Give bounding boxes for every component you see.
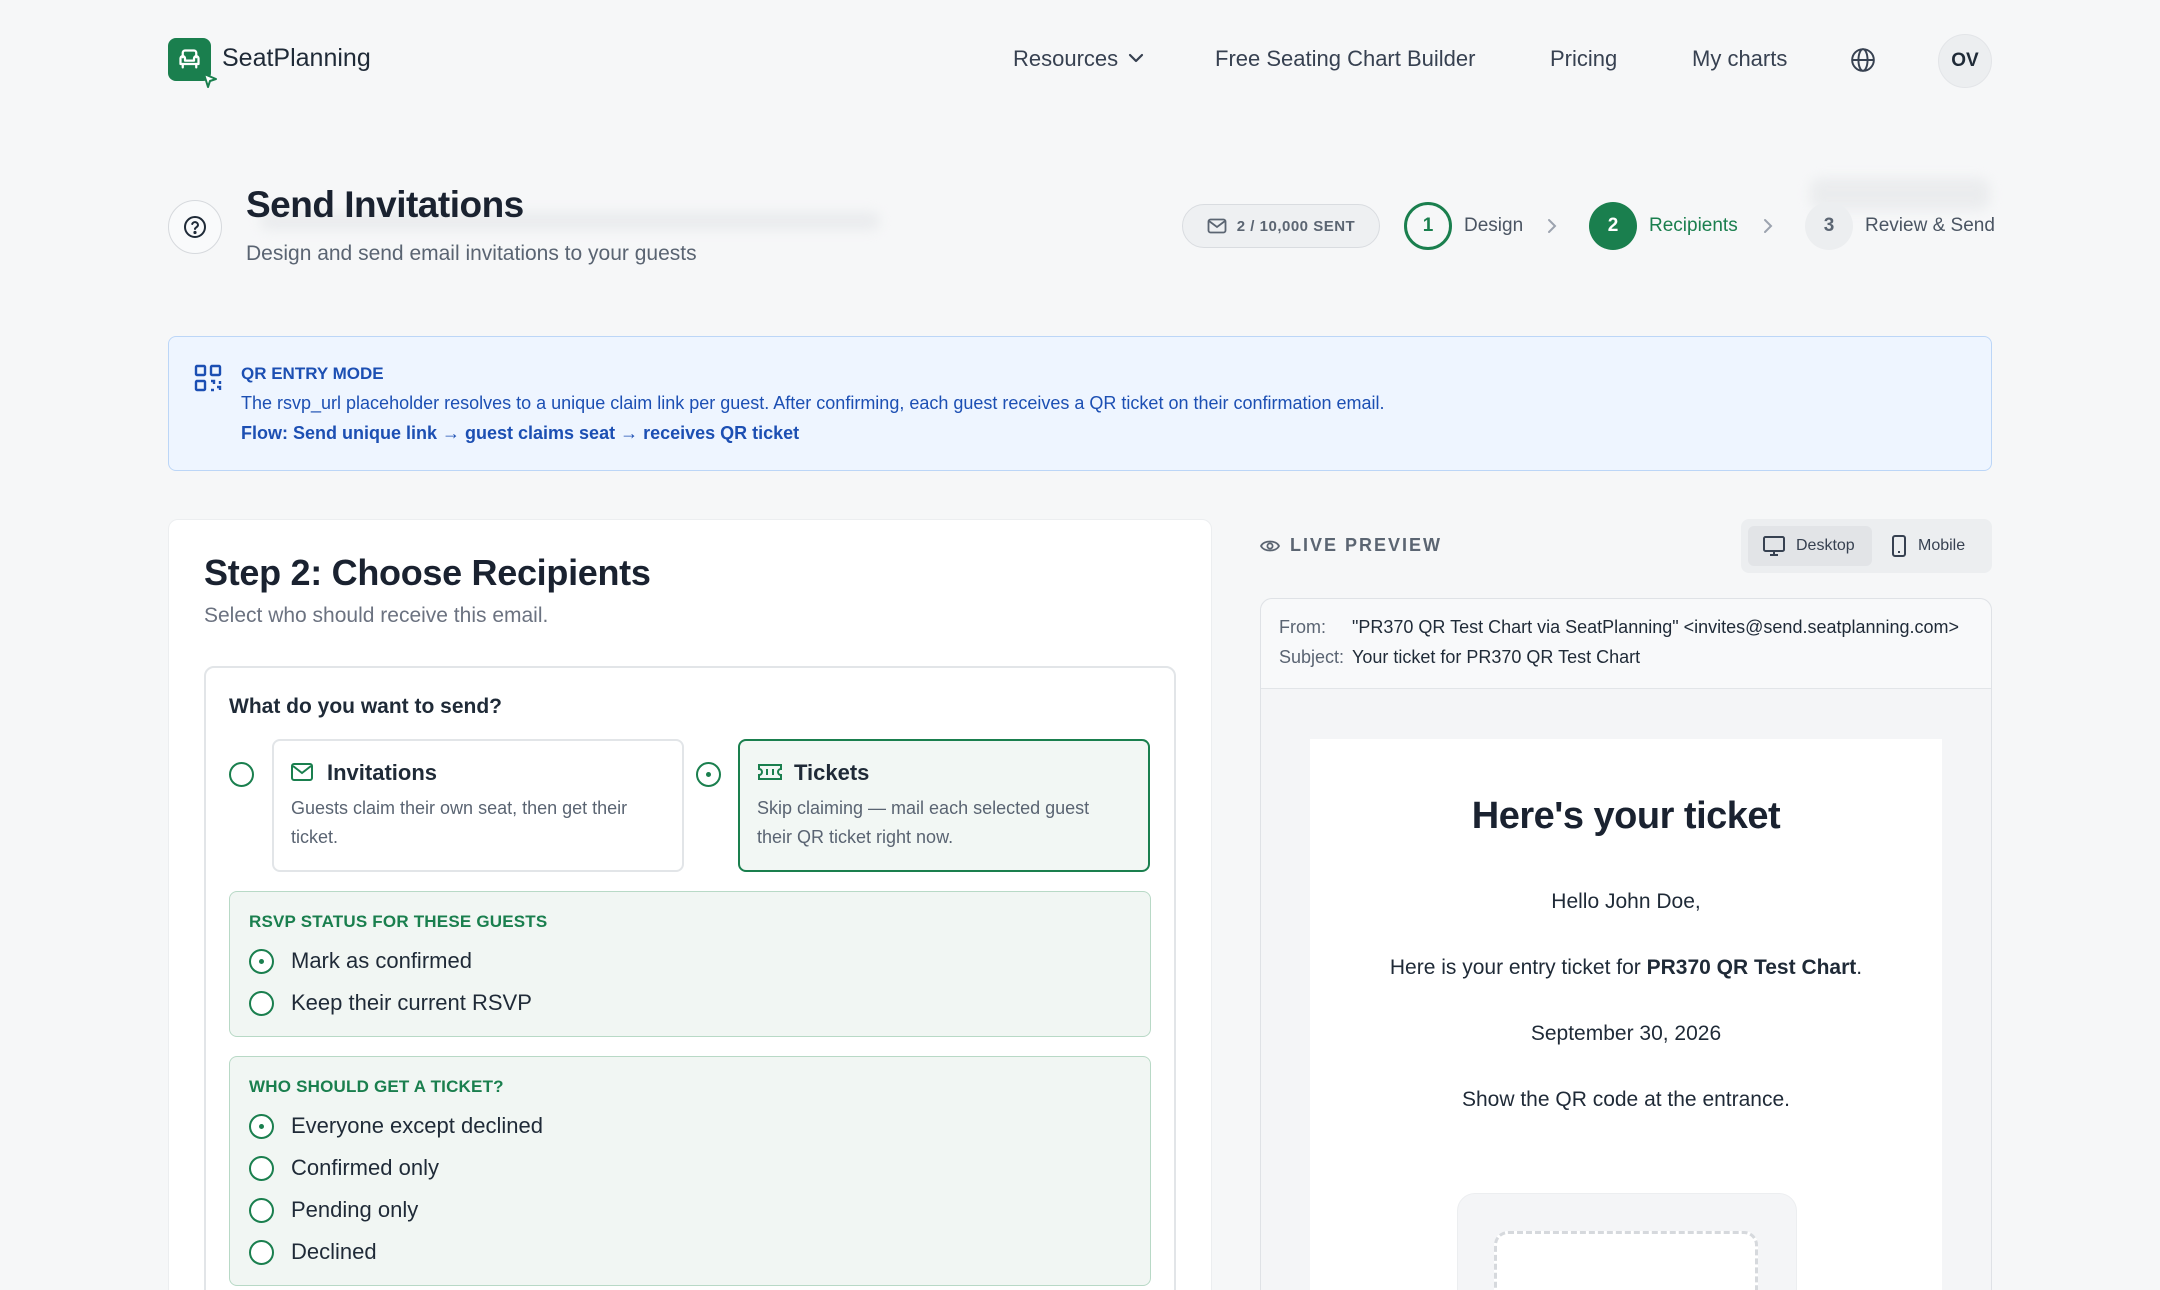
qr-banner-description: The rsvp_url placeholder resolves to a u… xyxy=(241,393,1385,413)
email-intro: Here is your entry ticket for PR370 QR T… xyxy=(1310,956,1942,980)
seat-icon xyxy=(179,49,200,69)
mail-icon xyxy=(1207,218,1227,234)
tickets-option-desc-2: their QR ticket right now. xyxy=(757,827,954,847)
rsvp-confirmed-radio[interactable] xyxy=(249,949,274,974)
brand-name[interactable]: SeatPlanning xyxy=(222,44,371,73)
email-intro-suffix: . xyxy=(1856,956,1863,979)
recipients-heading: Step 2: Choose Recipients xyxy=(204,552,651,593)
monitor-icon xyxy=(1763,536,1785,556)
globe-icon[interactable] xyxy=(1850,47,1876,73)
email-intro-prefix: Here is your entry ticket for xyxy=(1389,956,1647,979)
eye-icon xyxy=(1260,540,1280,552)
chevron-right-icon xyxy=(1764,219,1773,233)
page-title: Send Invitations xyxy=(246,184,524,225)
step-1-indicator[interactable]: 1 xyxy=(1404,202,1452,250)
page-subtitle: Design and send email invitations to you… xyxy=(246,242,697,265)
mobile-label: Mobile xyxy=(1918,537,1966,554)
sent-counter-text: 2 / 10,000 SENT xyxy=(1236,217,1356,235)
chevron-right-icon xyxy=(1548,219,1557,233)
email-preview-header xyxy=(1261,599,1991,689)
subject-value: Your ticket for PR370 QR Test Chart xyxy=(1352,647,1641,667)
sent-counter-badge: 2 / 10,000 SENT xyxy=(1182,204,1380,248)
live-preview-label: LIVE PREVIEW xyxy=(1290,535,1443,555)
email-heading: Here's your ticket xyxy=(1471,795,1781,837)
step-1-label[interactable]: Design xyxy=(1464,215,1523,237)
step-3-label[interactable]: Review & Send xyxy=(1865,215,1995,237)
desktop-view-button[interactable]: Desktop xyxy=(1748,526,1872,566)
invitations-option-desc: Guests claim their own seat, then get th… xyxy=(291,798,628,818)
ticket-pending-radio[interactable] xyxy=(249,1198,274,1223)
question-icon xyxy=(184,216,206,238)
rsvp-confirmed-label[interactable]: Mark as confirmed xyxy=(291,948,472,974)
nav-seating-builder[interactable]: Free Seating Chart Builder xyxy=(1215,46,1475,72)
mobile-view-button[interactable]: Mobile xyxy=(1876,526,1988,566)
qr-code-placeholder xyxy=(1494,1231,1758,1290)
ticket-section-title: WHO SHOULD GET A TICKET? xyxy=(249,1077,504,1096)
tickets-radio[interactable] xyxy=(696,762,721,787)
ticket-confirmed-label[interactable]: Confirmed only xyxy=(291,1155,439,1181)
ticket-pending-label[interactable]: Pending only xyxy=(291,1197,418,1223)
rsvp-keep-radio[interactable] xyxy=(249,991,274,1016)
rsvp-keep-label[interactable]: Keep their current RSVP xyxy=(291,990,532,1016)
send-question: What do you want to send? xyxy=(229,695,502,718)
nav-my-charts[interactable]: My charts xyxy=(1692,46,1787,72)
email-instruction: Show the QR code at the entrance. xyxy=(1461,1088,1791,1111)
invitations-radio[interactable] xyxy=(229,762,254,787)
qr-banner-title: QR ENTRY MODE xyxy=(241,364,384,383)
phone-icon xyxy=(1892,535,1906,557)
ticket-everyone-radio[interactable] xyxy=(249,1114,274,1139)
step-2-indicator[interactable]: 2 xyxy=(1589,202,1637,250)
ticket-everyone-label[interactable]: Everyone except declined xyxy=(291,1113,543,1139)
email-event-name: PR370 QR Test Chart xyxy=(1646,956,1857,979)
chevron-down-icon[interactable] xyxy=(1128,52,1144,64)
ticket-declined-radio[interactable] xyxy=(249,1240,274,1265)
mail-icon xyxy=(291,763,313,781)
desktop-label: Desktop xyxy=(1796,537,1855,554)
invitations-option-desc-2: ticket. xyxy=(291,827,339,847)
tickets-option-desc: Skip claiming — mail each selected guest xyxy=(757,798,1090,818)
tickets-option-title: Tickets xyxy=(794,760,870,785)
ticket-confirmed-radio[interactable] xyxy=(249,1156,274,1181)
from-value: "PR370 QR Test Chart via SeatPlanning" <… xyxy=(1352,617,1960,637)
step-2-label[interactable]: Recipients xyxy=(1649,215,1738,237)
help-button[interactable] xyxy=(168,200,222,254)
cursor-icon xyxy=(203,73,217,88)
qr-code-icon xyxy=(194,364,222,392)
recipients-description: Select who should receive this email. xyxy=(204,604,549,627)
nav-resources[interactable]: Resources xyxy=(1013,46,1118,72)
email-date: September 30, 2026 xyxy=(1530,1022,1722,1045)
step-3-indicator[interactable]: 3 xyxy=(1805,202,1853,250)
ticket-icon xyxy=(758,764,782,780)
email-greeting: Hello John Doe, xyxy=(1551,890,1701,913)
subject-key: Subject: xyxy=(1279,647,1345,667)
nav-pricing[interactable]: Pricing xyxy=(1550,46,1617,72)
invitations-option-title: Invitations xyxy=(327,760,438,785)
qr-banner-flow: Flow: Send unique link → guest claims se… xyxy=(241,423,800,443)
user-avatar[interactable]: OV xyxy=(1938,34,1992,88)
from-key: From: xyxy=(1279,617,1326,637)
ticket-declined-label[interactable]: Declined xyxy=(291,1239,377,1265)
rsvp-section-title: RSVP STATUS FOR THESE GUESTS xyxy=(249,912,548,931)
